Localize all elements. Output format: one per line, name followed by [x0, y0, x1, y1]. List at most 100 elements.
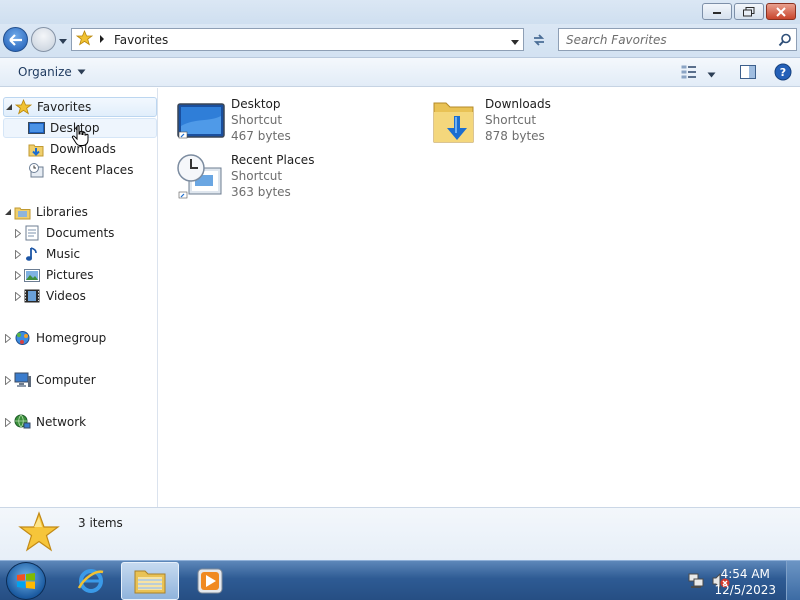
- file-item-recent-places[interactable]: Recent Places Shortcut 363 bytes: [175, 152, 314, 204]
- file-item-downloads[interactable]: Downloads Shortcut 878 bytes: [429, 96, 551, 148]
- file-name: Downloads: [485, 97, 551, 111]
- show-desktop-button[interactable]: [786, 561, 800, 600]
- internet-explorer-icon: [77, 569, 104, 593]
- computer-icon: [13, 372, 31, 388]
- favorites-star-icon: [18, 511, 60, 552]
- view-options-icon: [681, 65, 696, 79]
- forward-button[interactable]: [31, 27, 56, 52]
- tree-item-documents[interactable]: Documents: [13, 223, 157, 243]
- restore-button[interactable]: [734, 3, 764, 20]
- file-size: 363 bytes: [231, 185, 291, 199]
- file-item-desktop[interactable]: Desktop Shortcut 467 bytes: [175, 96, 291, 148]
- chevron-down-icon: [59, 39, 67, 44]
- favorites-star-icon: [75, 29, 94, 49]
- expand-arrow-icon[interactable]: [3, 375, 13, 385]
- taskbar-internet-explorer[interactable]: [62, 562, 120, 600]
- organize-button[interactable]: Organize: [11, 62, 93, 82]
- file-item-details: Desktop Shortcut 467 bytes: [231, 96, 291, 148]
- tree-item-network[interactable]: Network: [3, 412, 157, 432]
- back-button[interactable]: [3, 27, 28, 52]
- desktop-icon: [177, 103, 225, 139]
- change-view-button[interactable]: [681, 65, 697, 82]
- tree-item-homegroup[interactable]: Homegroup: [3, 328, 157, 348]
- tree-item-label: Documents: [46, 226, 115, 240]
- item-count: 3 items: [78, 516, 123, 530]
- music-icon: [23, 246, 41, 262]
- system-tray: 4:54 AM 12/5/2023: [660, 561, 800, 600]
- minimize-icon: [713, 11, 721, 14]
- recent-pages-button[interactable]: [58, 35, 68, 45]
- file-name: Desktop: [231, 97, 281, 111]
- navigation-pane: Favorites Desktop Downloads Recent Place…: [0, 88, 158, 507]
- details-pane: 3 items: [0, 507, 800, 560]
- tree-item-favorites[interactable]: Favorites: [3, 97, 157, 117]
- svg-text:?: ?: [780, 66, 786, 79]
- taskbar-media-player[interactable]: [181, 562, 239, 600]
- start-button[interactable]: [6, 562, 46, 600]
- tree-item-libraries[interactable]: Libraries: [3, 202, 157, 222]
- minimize-button[interactable]: [702, 3, 732, 20]
- expand-arrow-icon[interactable]: [13, 249, 23, 259]
- tree-item-label: Network: [36, 415, 87, 429]
- expand-arrow-icon[interactable]: [3, 333, 13, 343]
- collapse-arrow-icon[interactable]: [4, 103, 14, 111]
- search-input[interactable]: [559, 29, 769, 50]
- expand-arrow-icon[interactable]: [13, 270, 23, 280]
- tree-item-recent-places[interactable]: Recent Places: [3, 160, 157, 180]
- collapse-arrow-icon[interactable]: [3, 208, 13, 216]
- file-type: Shortcut: [231, 113, 283, 127]
- expand-arrow-icon[interactable]: [3, 417, 13, 427]
- preview-pane-button[interactable]: [740, 65, 756, 82]
- breadcrumb-chevron-icon[interactable]: [98, 33, 108, 47]
- network-status-icon[interactable]: [688, 573, 704, 589]
- refresh-button[interactable]: [527, 28, 550, 51]
- clock[interactable]: 4:54 AM 12/5/2023: [714, 566, 776, 598]
- tree-item-videos[interactable]: Videos: [13, 286, 157, 306]
- tree-item-computer[interactable]: Computer: [3, 370, 157, 390]
- pictures-icon: [23, 267, 41, 283]
- expand-arrow-icon[interactable]: [13, 291, 23, 301]
- file-size: 878 bytes: [485, 129, 545, 143]
- documents-icon: [23, 225, 41, 241]
- search-icon[interactable]: [778, 33, 792, 50]
- windows-explorer-icon: [134, 570, 166, 594]
- file-type: Shortcut: [231, 169, 283, 183]
- downloads-folder-icon: [27, 141, 45, 157]
- file-type: Shortcut: [485, 113, 537, 127]
- tree-item-label: Videos: [46, 289, 86, 303]
- recent-places-icon: [27, 162, 45, 178]
- libraries-icon: [13, 204, 31, 220]
- chevron-down-icon: [77, 69, 86, 75]
- tree-item-music[interactable]: Music: [13, 244, 157, 264]
- windows-logo-icon: [17, 573, 35, 589]
- taskbar-windows-explorer[interactable]: [121, 562, 179, 600]
- tree-item-label: Libraries: [36, 205, 88, 219]
- help-button[interactable]: ?: [774, 63, 792, 84]
- address-dropdown-button[interactable]: [510, 36, 520, 45]
- expand-arrow-icon[interactable]: [13, 228, 23, 238]
- downloads-folder-icon: [433, 102, 474, 143]
- clock-time: 4:54 AM: [720, 567, 770, 581]
- organize-label: Organize: [18, 65, 72, 79]
- tree-item-pictures[interactable]: Pictures: [13, 265, 157, 285]
- tree-item-label: Pictures: [46, 268, 94, 282]
- back-arrow-icon: [8, 33, 22, 46]
- favorites-star-icon: [14, 99, 32, 115]
- help-icon: ?: [774, 63, 792, 81]
- close-button[interactable]: [766, 3, 796, 20]
- command-bar: Organize ?: [0, 58, 800, 87]
- view-dropdown-button[interactable]: [707, 67, 716, 81]
- tree-item-label: Homegroup: [36, 331, 107, 345]
- toolbar-right: ?: [681, 63, 792, 84]
- search-box[interactable]: [558, 28, 797, 51]
- videos-icon: [23, 288, 41, 304]
- close-icon: [776, 6, 786, 17]
- breadcrumb-favorites[interactable]: Favorites: [114, 33, 168, 47]
- file-size: 467 bytes: [231, 129, 291, 143]
- file-item-details: Recent Places Shortcut 363 bytes: [231, 152, 314, 204]
- restore-icon: [743, 6, 755, 16]
- tree-item-label: Recent Places: [50, 163, 134, 177]
- address-bar[interactable]: Favorites: [71, 28, 524, 51]
- hand-cursor-icon: [71, 125, 89, 146]
- navigation-bar: Favorites: [0, 24, 800, 58]
